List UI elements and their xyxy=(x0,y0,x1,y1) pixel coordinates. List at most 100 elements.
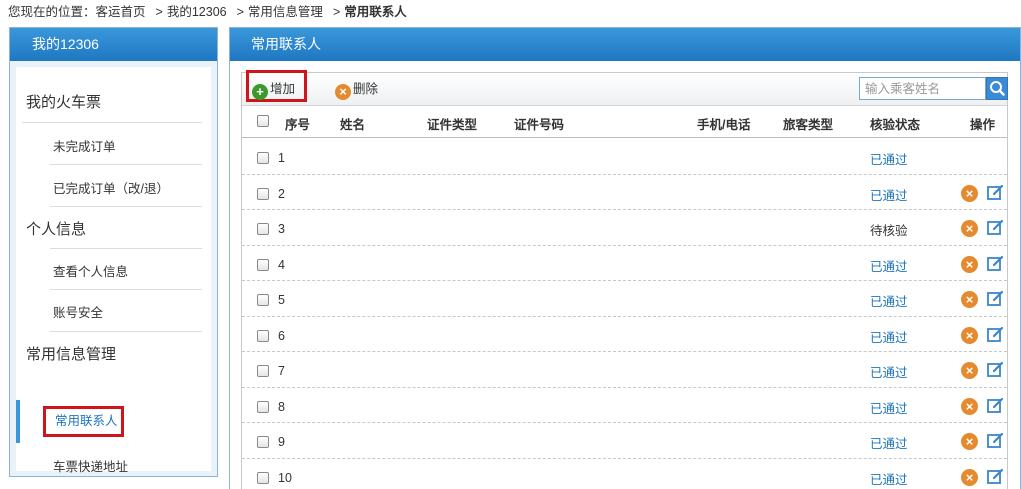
contacts-panel: +增加 ×删除 序号 姓名 证件类型 证件号码 手机/电话 xyxy=(241,70,1008,489)
main-panel: 常用联系人 +增加 ×删除 序号 姓名 xyxy=(229,27,1021,489)
row-verify-status[interactable]: 已通过 xyxy=(870,256,908,275)
add-button-label: 增加 xyxy=(270,82,296,96)
breadcrumb-link-info-manage[interactable]: 常用信息管理 xyxy=(248,5,323,19)
table-row: 1 已通过 xyxy=(242,139,1007,175)
row-checkbox[interactable] xyxy=(257,152,269,164)
delete-button[interactable]: × 删除 xyxy=(335,79,379,100)
row-delete-icon[interactable]: × xyxy=(961,433,978,450)
table-row: 9 已通过 × xyxy=(242,423,1007,459)
sidebar-group-tickets[interactable]: 我的火车票 xyxy=(26,91,101,112)
row-edit-icon[interactable] xyxy=(987,255,1004,272)
row-checkbox[interactable] xyxy=(257,329,269,342)
row-verify-status[interactable]: 已通过 xyxy=(870,398,908,417)
breadcrumb-link-home[interactable]: 客运首页 xyxy=(96,5,146,19)
row-index: 4 xyxy=(278,257,285,272)
row-verify-status[interactable]: 已通过 xyxy=(870,149,908,168)
row-checkbox[interactable] xyxy=(257,400,269,413)
sidebar-item-contacts[interactable]: 常用联系人 xyxy=(43,406,124,437)
table-row: 4 已通过 × xyxy=(242,246,1007,281)
row-delete-icon[interactable]: × xyxy=(961,397,978,415)
plus-circle-icon: + xyxy=(252,84,268,100)
page-title: 常用联系人 xyxy=(230,28,1020,61)
delete-button-label: 删除 xyxy=(353,82,379,96)
row-verify-status[interactable]: 已通过 xyxy=(870,327,908,346)
sidebar-item-delivery-address[interactable]: 车票快递地址 xyxy=(53,456,202,475)
row-edit-icon[interactable] xyxy=(987,326,1004,343)
row-checkbox[interactable] xyxy=(257,436,269,448)
search-box xyxy=(859,77,1008,101)
table-row: 5 已通过 × xyxy=(242,281,1007,317)
row-edit-icon[interactable] xyxy=(987,290,1004,307)
sidebar-title[interactable]: 我的12306 xyxy=(10,28,217,61)
row-delete-icon[interactable]: × xyxy=(961,326,978,344)
row-verify-status[interactable]: 已通过 xyxy=(870,291,908,310)
table-row: 8 已通过 × xyxy=(242,388,1007,423)
divider xyxy=(50,331,202,332)
row-edit-icon[interactable] xyxy=(987,361,1004,378)
row-checkbox[interactable] xyxy=(257,365,269,377)
passenger-search-input[interactable] xyxy=(859,77,986,100)
breadcrumb-link-my12306[interactable]: 我的12306 xyxy=(167,5,227,19)
table-row: 7 已通过 × xyxy=(242,352,1007,388)
row-edit-icon[interactable] xyxy=(987,468,1004,485)
divider xyxy=(22,122,202,123)
sidebar-group-personal-info[interactable]: 个人信息 xyxy=(26,218,86,239)
row-index: 10 xyxy=(278,470,292,485)
row-index: 2 xyxy=(278,186,285,201)
row-index: 8 xyxy=(278,399,285,414)
sidebar-item-unfinished-orders[interactable]: 未完成订单 xyxy=(53,136,202,155)
row-checkbox[interactable] xyxy=(257,258,269,271)
divider xyxy=(50,289,202,290)
breadcrumb-separator: > xyxy=(155,5,163,19)
table-header: 序号 姓名 证件类型 证件号码 手机/电话 旅客类型 核验状态 操作 xyxy=(242,107,1007,138)
divider xyxy=(50,248,202,249)
row-verify-status[interactable]: 已通过 xyxy=(870,469,908,488)
row-delete-icon[interactable]: × xyxy=(961,362,978,379)
x-circle-icon: × xyxy=(335,84,351,100)
row-delete-icon[interactable]: × xyxy=(961,255,978,273)
row-index: 3 xyxy=(278,222,285,236)
sidebar-group-common-info[interactable]: 常用信息管理 xyxy=(26,343,116,364)
sidebar-item-account-security[interactable]: 账号安全 xyxy=(53,302,202,321)
row-edit-icon[interactable] xyxy=(987,219,1004,236)
breadcrumb-prefix: 您现在的位置： xyxy=(8,5,96,19)
sidebar-item-view-personal-info[interactable]: 查看个人信息 xyxy=(53,261,202,280)
add-button[interactable]: + 增加 xyxy=(252,79,296,100)
col-actions: 操作 xyxy=(970,118,996,132)
row-checkbox[interactable] xyxy=(257,471,269,484)
col-index: 序号 xyxy=(285,118,311,132)
sidebar-item-finished-orders[interactable]: 已完成订单（改/退） xyxy=(53,178,202,197)
row-delete-icon[interactable]: × xyxy=(961,291,978,308)
breadcrumb-separator: > xyxy=(236,5,244,19)
col-name: 姓名 xyxy=(340,118,366,132)
col-id-number: 证件号码 xyxy=(514,118,565,132)
search-button[interactable] xyxy=(986,77,1008,100)
table-row: 3 待核验 × xyxy=(242,210,1007,246)
sidebar: 我的12306 我的火车票 未完成订单 已完成订单（改/退） 个人信息 查看个人… xyxy=(9,27,218,477)
row-edit-icon[interactable] xyxy=(987,432,1004,449)
toolbar: + 增加 × 删除 xyxy=(242,70,1008,106)
row-checkbox[interactable] xyxy=(257,294,269,306)
row-checkbox[interactable] xyxy=(257,187,269,200)
row-verify-status[interactable]: 已通过 xyxy=(870,185,908,204)
breadcrumb-current: 常用联系人 xyxy=(344,5,407,19)
row-verify-status: 待核验 xyxy=(870,224,908,238)
row-index: 7 xyxy=(278,364,285,378)
divider xyxy=(50,206,202,207)
row-delete-icon[interactable]: × xyxy=(961,184,978,202)
row-index: 6 xyxy=(278,328,285,343)
col-verify-status: 核验状态 xyxy=(870,118,921,132)
breadcrumb: 您现在的位置：客运首页 > 我的12306 > 常用信息管理 > 常用联系人 xyxy=(8,3,407,21)
row-index: 1 xyxy=(278,151,285,165)
row-delete-icon[interactable]: × xyxy=(961,220,978,237)
sidebar-menu: 我的火车票 未完成订单 已完成订单（改/退） 个人信息 查看个人信息 账号安全 … xyxy=(16,67,211,474)
row-verify-status[interactable]: 已通过 xyxy=(870,433,908,452)
row-verify-status[interactable]: 已通过 xyxy=(870,362,908,381)
row-edit-icon[interactable] xyxy=(987,397,1004,414)
table-row: 10 已通过 × xyxy=(242,459,1007,489)
table-row: 6 已通过 × xyxy=(242,317,1007,352)
row-delete-icon[interactable]: × xyxy=(961,468,978,486)
row-edit-icon[interactable] xyxy=(987,184,1004,201)
select-all-checkbox[interactable] xyxy=(257,115,269,127)
row-checkbox[interactable] xyxy=(257,223,269,235)
